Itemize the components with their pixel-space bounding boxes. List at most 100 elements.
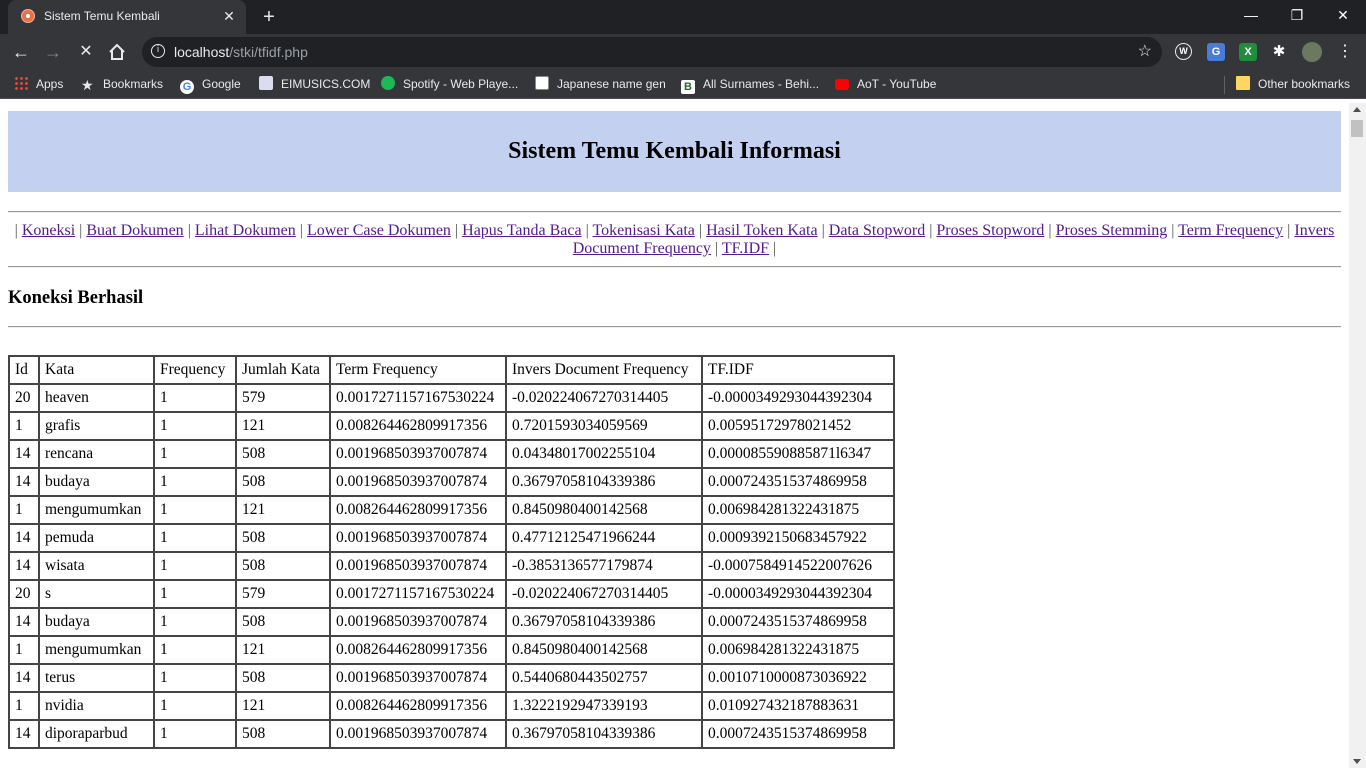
cell-frequency: 1 bbox=[153, 579, 237, 609]
cell-id: 1 bbox=[8, 635, 40, 665]
cell-kata: terus bbox=[38, 663, 155, 693]
col-header-frequency: Frequency bbox=[153, 355, 237, 385]
table-row: 14 pemuda 1 508 0.001968503937007874 0.477121… bbox=[8, 523, 895, 553]
cell-term-frequency: 0.001968503937007874 bbox=[329, 551, 507, 581]
close-window-button[interactable]: ✕ bbox=[1320, 0, 1366, 30]
cell-id: 20 bbox=[8, 579, 40, 609]
excel-extension-icon[interactable]: X bbox=[1239, 43, 1257, 61]
cell-tfidf: 0.0007243515374869958 bbox=[701, 719, 895, 749]
nav-link-buat-dokumen[interactable]: Buat Dokumen bbox=[86, 222, 183, 239]
cell-kata: heaven bbox=[38, 383, 155, 413]
back-icon[interactable]: ← bbox=[8, 39, 34, 65]
stop-loading-icon[interactable]: ✕ bbox=[73, 39, 99, 65]
cell-term-frequency: 0.001968503937007874 bbox=[329, 523, 507, 553]
table-row: 20 s 1 579 0.0017271157167530224 -0.020224067… bbox=[8, 579, 895, 609]
table-row: 1 mengumumkan 1 121 0.008264462809917356 0.84… bbox=[8, 635, 895, 665]
new-tab-button[interactable]: + bbox=[256, 5, 282, 29]
vertical-scrollbar[interactable] bbox=[1349, 103, 1366, 768]
cell-tfidf: 0.010927432187883631 bbox=[701, 691, 895, 721]
profile-avatar[interactable] bbox=[1302, 42, 1322, 62]
nav-link-lihat-dokumen[interactable]: Lihat Dokumen bbox=[195, 222, 296, 239]
star-icon: ★ bbox=[81, 77, 94, 93]
nav-link-koneksi[interactable]: Koneksi bbox=[22, 222, 75, 239]
minimize-button[interactable]: — bbox=[1228, 0, 1274, 30]
cell-id: 1 bbox=[8, 495, 40, 525]
restore-button[interactable]: ❐ bbox=[1274, 0, 1320, 30]
cell-frequency: 1 bbox=[153, 607, 237, 637]
page-header: Sistem Temu Kembali Informasi bbox=[8, 111, 1341, 192]
cell-frequency: 1 bbox=[153, 383, 237, 413]
cell-frequency: 1 bbox=[153, 663, 237, 693]
cell-frequency: 1 bbox=[153, 467, 237, 497]
forward-icon[interactable]: → bbox=[40, 39, 66, 65]
col-header-kata: Kata bbox=[38, 355, 155, 385]
address-bar[interactable]: i localhost/stki/tfidf.php ☆ bbox=[142, 37, 1162, 67]
table-row: 14 rencana 1 508 0.001968503937007874 0.04348… bbox=[8, 439, 895, 469]
cell-term-frequency: 0.008264462809917356 bbox=[329, 635, 507, 665]
extension-w-icon[interactable]: W bbox=[1175, 43, 1192, 60]
scroll-up-icon[interactable] bbox=[1353, 107, 1361, 112]
col-header-idf: Invers Document Frequency bbox=[505, 355, 703, 385]
scrollbar-thumb[interactable] bbox=[1351, 120, 1363, 137]
table-row: 14 budaya 1 508 0.001968503937007874 0.367970… bbox=[8, 607, 895, 637]
nav-link-term-frequency[interactable]: Term Frequency bbox=[1178, 222, 1283, 239]
cell-term-frequency: 0.0017271157167530224 bbox=[329, 383, 507, 413]
bookmark-star-icon[interactable]: ☆ bbox=[1138, 41, 1152, 61]
bookmark-aot-youtube[interactable]: AoT - YouTube bbox=[835, 76, 936, 94]
cell-id: 1 bbox=[8, 691, 40, 721]
cell-id: 14 bbox=[8, 439, 40, 469]
cell-kata: wisata bbox=[38, 551, 155, 581]
cell-tfidf: 0.006984281322431875 bbox=[701, 635, 895, 665]
nav-link-tokenisasi-kata[interactable]: Tokenisasi Kata bbox=[593, 222, 695, 239]
scroll-down-icon[interactable] bbox=[1353, 759, 1361, 764]
cell-jumlah-kata: 508 bbox=[235, 663, 331, 693]
cell-term-frequency: 0.001968503937007874 bbox=[329, 607, 507, 637]
bookmark-google[interactable]: G Google bbox=[180, 76, 241, 94]
nav-link-tfidf[interactable]: TF.IDF bbox=[722, 240, 769, 257]
bookmark-apps[interactable]: Apps bbox=[14, 76, 63, 94]
extensions-puzzle-icon[interactable]: ✱ bbox=[1270, 43, 1288, 61]
cell-idf: -0.020224067270314405 bbox=[505, 579, 703, 609]
nav-link-hasil-token-kata[interactable]: Hasil Token Kata bbox=[706, 222, 817, 239]
url-text[interactable]: localhost/stki/tfidf.php bbox=[174, 44, 308, 60]
bookmark-eimusics[interactable]: EIMUSICS.COM bbox=[259, 76, 370, 94]
other-bookmarks[interactable]: Other bookmarks bbox=[1236, 76, 1350, 94]
browser-tab[interactable]: Sistem Temu Kembali ✕ bbox=[8, 0, 246, 34]
translate-extension-icon[interactable]: G bbox=[1207, 43, 1225, 61]
page-title: Sistem Temu Kembali Informasi bbox=[508, 138, 841, 164]
tab-close-icon[interactable]: ✕ bbox=[220, 7, 238, 25]
browser-title-bar: Sistem Temu Kembali ✕ + — ❐ ✕ bbox=[0, 0, 1366, 34]
col-header-id: Id bbox=[8, 355, 40, 385]
cell-frequency: 1 bbox=[153, 691, 237, 721]
cell-id: 14 bbox=[8, 467, 40, 497]
nav-link-hapus-tanda-baca[interactable]: Hapus Tanda Baca bbox=[462, 222, 581, 239]
cell-frequency: 1 bbox=[153, 439, 237, 469]
cell-idf: 0.7201593034059569 bbox=[505, 411, 703, 441]
cell-jumlah-kata: 121 bbox=[235, 411, 331, 441]
site-info-icon[interactable]: i bbox=[151, 44, 165, 58]
google-icon: G bbox=[180, 80, 194, 94]
youtube-icon bbox=[835, 79, 849, 90]
menu-kebab-icon[interactable]: ⋮ bbox=[1336, 43, 1354, 61]
bookmark-japanese-name-gen[interactable]: Japanese name gen bbox=[535, 76, 666, 94]
nav-link-lower-case-dokumen[interactable]: Lower Case Dokumen bbox=[307, 222, 451, 239]
cell-term-frequency: 0.008264462809917356 bbox=[329, 495, 507, 525]
nav-link-proses-stopword[interactable]: Proses Stopword bbox=[936, 222, 1044, 239]
page-viewport: Sistem Temu Kembali Informasi | Koneksi … bbox=[0, 103, 1349, 768]
cell-jumlah-kata: 579 bbox=[235, 579, 331, 609]
nav-link-data-stopword[interactable]: Data Stopword bbox=[829, 222, 925, 239]
eimusics-icon bbox=[259, 76, 273, 90]
japanese-name-icon bbox=[535, 76, 549, 90]
cell-jumlah-kata: 508 bbox=[235, 719, 331, 749]
table-body: 20 heaven 1 579 0.0017271157167530224 -0.0202… bbox=[8, 383, 895, 749]
bookmark-spotify[interactable]: Spotify - Web Playe... bbox=[381, 76, 518, 94]
bookmark-bookmarks[interactable]: ★ Bookmarks bbox=[81, 76, 163, 94]
home-icon[interactable] bbox=[104, 39, 130, 65]
col-header-term-frequency: Term Frequency bbox=[329, 355, 507, 385]
cell-tfidf: 0.000085590885871l6347 bbox=[701, 439, 895, 469]
cell-term-frequency: 0.001968503937007874 bbox=[329, 439, 507, 469]
cell-kata: budaya bbox=[38, 467, 155, 497]
bookmark-all-surnames[interactable]: B All Surnames - Behi... bbox=[681, 76, 819, 94]
divider-status bbox=[8, 326, 1341, 328]
nav-link-proses-stemming[interactable]: Proses Stemming bbox=[1056, 222, 1168, 239]
